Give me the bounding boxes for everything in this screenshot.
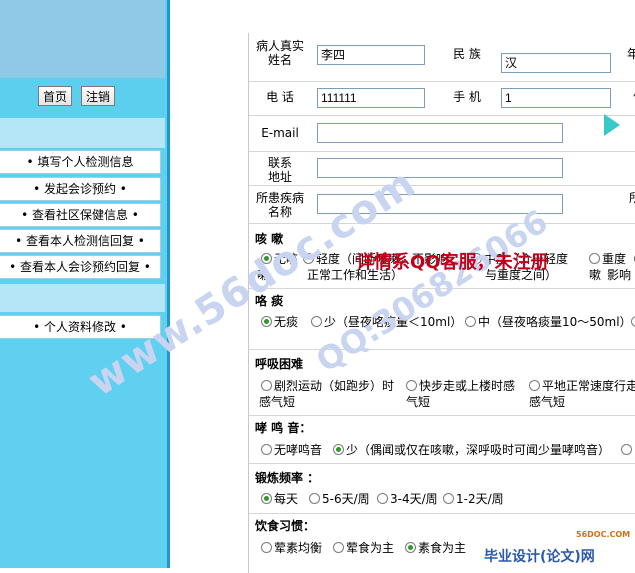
sidebar: 首页 注销 • 填写个人检测信息 • 发起会诊预约 • • 查看社区保健信息 •…: [0, 0, 167, 568]
row-divider: [249, 115, 635, 116]
radio-icon[interactable]: [589, 253, 600, 264]
exercise-option-3-4[interactable]: 3-4天/周: [377, 491, 438, 507]
radio-icon[interactable]: [377, 493, 388, 504]
wheeze-title: 哮 鸣 音：: [255, 421, 312, 435]
menu-item-consult-reply[interactable]: • 查看本人会诊预约回复 •: [0, 255, 161, 279]
mobile-input[interactable]: [501, 88, 611, 108]
radio-icon[interactable]: [261, 493, 272, 504]
disease-input[interactable]: [317, 194, 563, 214]
cough-edge-text: 嗽: [257, 268, 270, 282]
dyspnea-option-3-desc: 感气短: [529, 395, 566, 409]
sidebar-section-band-2: [0, 284, 165, 312]
arrow-right-icon: [604, 114, 620, 136]
diet-option-balanced[interactable]: 荤素均衡: [261, 540, 322, 556]
disease-label: 所患疾病名称: [255, 191, 304, 219]
row-divider: [249, 223, 635, 224]
email-label: E-mail: [261, 126, 299, 140]
age-label-edge: 年: [626, 47, 635, 61]
menu-item-edit-profile[interactable]: • 个人资料修改 •: [0, 315, 161, 339]
ethnic-label: 民 族: [453, 47, 481, 61]
row-divider: [249, 415, 635, 416]
radio-icon[interactable]: [333, 444, 344, 455]
sidebar-section-band: [0, 118, 165, 148]
row-divider: [249, 463, 635, 464]
dyspnea-option-2-desc: 气短: [406, 395, 431, 409]
menu-item-test-reply[interactable]: • 查看本人检测信回复 •: [0, 229, 161, 253]
cough-severe-desc: 影响: [607, 268, 632, 282]
diet-title: 饮食习惯：: [255, 519, 316, 533]
dyspnea-option-1-desc: 感气短: [259, 395, 296, 409]
dyspnea-option-1[interactable]: 剧烈运动（如跑步）时: [261, 378, 394, 394]
diet-option-vegetarian[interactable]: 素食为主: [405, 540, 466, 556]
radio-icon[interactable]: [529, 380, 540, 391]
disease-label-edge: 所: [628, 191, 635, 205]
radio-icon[interactable]: [261, 444, 272, 455]
cough-option-none[interactable]: 无咳: [261, 251, 298, 267]
sidebar-header: [0, 0, 165, 78]
radio-icon[interactable]: [471, 253, 482, 264]
row-divider: [249, 349, 635, 350]
mobile-label: 手 机: [453, 90, 481, 104]
patient-info-form: 病人真实姓名 民 族 年 电 话 手 机 何 E-mail 联系地址 所患疾病名…: [248, 33, 635, 573]
row-divider: [249, 151, 635, 152]
wheeze-option-little[interactable]: 少（偶闻或仅在咳嗽，深呼吸时可闻少量哮鸣音）: [333, 442, 610, 458]
sputum-option-medium[interactable]: 中（昼夜咯痰量10～50ml）: [465, 314, 632, 330]
exercise-option-5-6[interactable]: 5-6天/周: [309, 491, 370, 507]
phone-label: 电 话: [266, 90, 294, 104]
radio-icon[interactable]: [261, 542, 272, 553]
name-input[interactable]: [317, 45, 425, 65]
cough-option-severe[interactable]: 重度（: [589, 251, 635, 267]
radio-icon[interactable]: [465, 316, 476, 327]
email-input[interactable]: [317, 123, 563, 143]
radio-icon[interactable]: [311, 316, 322, 327]
sidebar-divider: [167, 0, 170, 568]
address-input[interactable]: [317, 158, 563, 178]
address-label: 联系地址: [267, 156, 292, 184]
radio-icon[interactable]: [309, 493, 320, 504]
radio-icon[interactable]: [261, 316, 272, 327]
cough-mild-desc: 正常工作和生活）: [307, 268, 404, 282]
sputum-option-more[interactable]: [631, 314, 635, 330]
sputum-option-none[interactable]: 无痰: [261, 314, 298, 330]
menu-item-fill-test-info[interactable]: • 填写个人检测信息: [0, 150, 161, 174]
row-divider: [249, 81, 635, 82]
radio-icon[interactable]: [261, 380, 272, 391]
cough-option-mild[interactable]: 轻度（间断咳嗽，不影响: [303, 251, 448, 267]
cough-option-moderate[interactable]: 中度（介于轻度: [471, 251, 568, 267]
radio-icon[interactable]: [631, 316, 635, 327]
ethnic-input[interactable]: [501, 53, 611, 73]
cough-moderate-desc: 与重度之间）: [485, 268, 558, 282]
exercise-title: 锻炼频率 ：: [255, 471, 320, 485]
row-divider: [249, 185, 635, 186]
row-divider: [249, 513, 635, 514]
radio-icon[interactable]: [333, 542, 344, 553]
name-label: 病人真实姓名: [255, 39, 304, 67]
cough-title: 咳 嗽: [255, 232, 284, 246]
radio-icon[interactable]: [443, 493, 454, 504]
dyspnea-option-2[interactable]: 快步走或上楼时感: [406, 378, 515, 394]
radio-icon[interactable]: [303, 253, 314, 264]
other-label-edge: 何: [629, 90, 635, 104]
menu-item-start-consult[interactable]: • 发起会诊预约 •: [0, 177, 161, 201]
wheeze-option-none[interactable]: 无哮鸣音: [261, 442, 322, 458]
dyspnea-option-3[interactable]: 平地正常速度行走: [529, 378, 635, 394]
radio-icon[interactable]: [405, 542, 416, 553]
radio-icon[interactable]: [261, 253, 272, 264]
cough-edge-text-2: 嗽: [589, 268, 602, 282]
dyspnea-title: 呼吸困难: [255, 357, 304, 371]
phone-input[interactable]: [317, 88, 425, 108]
home-button[interactable]: 首页: [38, 86, 73, 106]
exercise-option-1-2[interactable]: 1-2天/周: [443, 491, 504, 507]
sputum-option-little[interactable]: 少（昼夜咯痰量＜10ml）: [311, 314, 462, 330]
row-divider: [249, 288, 635, 289]
radio-icon[interactable]: [406, 380, 417, 391]
radio-icon[interactable]: [621, 444, 632, 455]
sputum-title: 咯 痰: [255, 294, 284, 308]
wheeze-option-more[interactable]: [621, 442, 634, 458]
menu-item-community-health[interactable]: • 查看社区保健信息 •: [0, 203, 161, 227]
logout-button[interactable]: 注销: [81, 86, 116, 106]
exercise-option-daily[interactable]: 每天: [261, 491, 298, 507]
diet-option-meat[interactable]: 荤食为主: [333, 540, 394, 556]
